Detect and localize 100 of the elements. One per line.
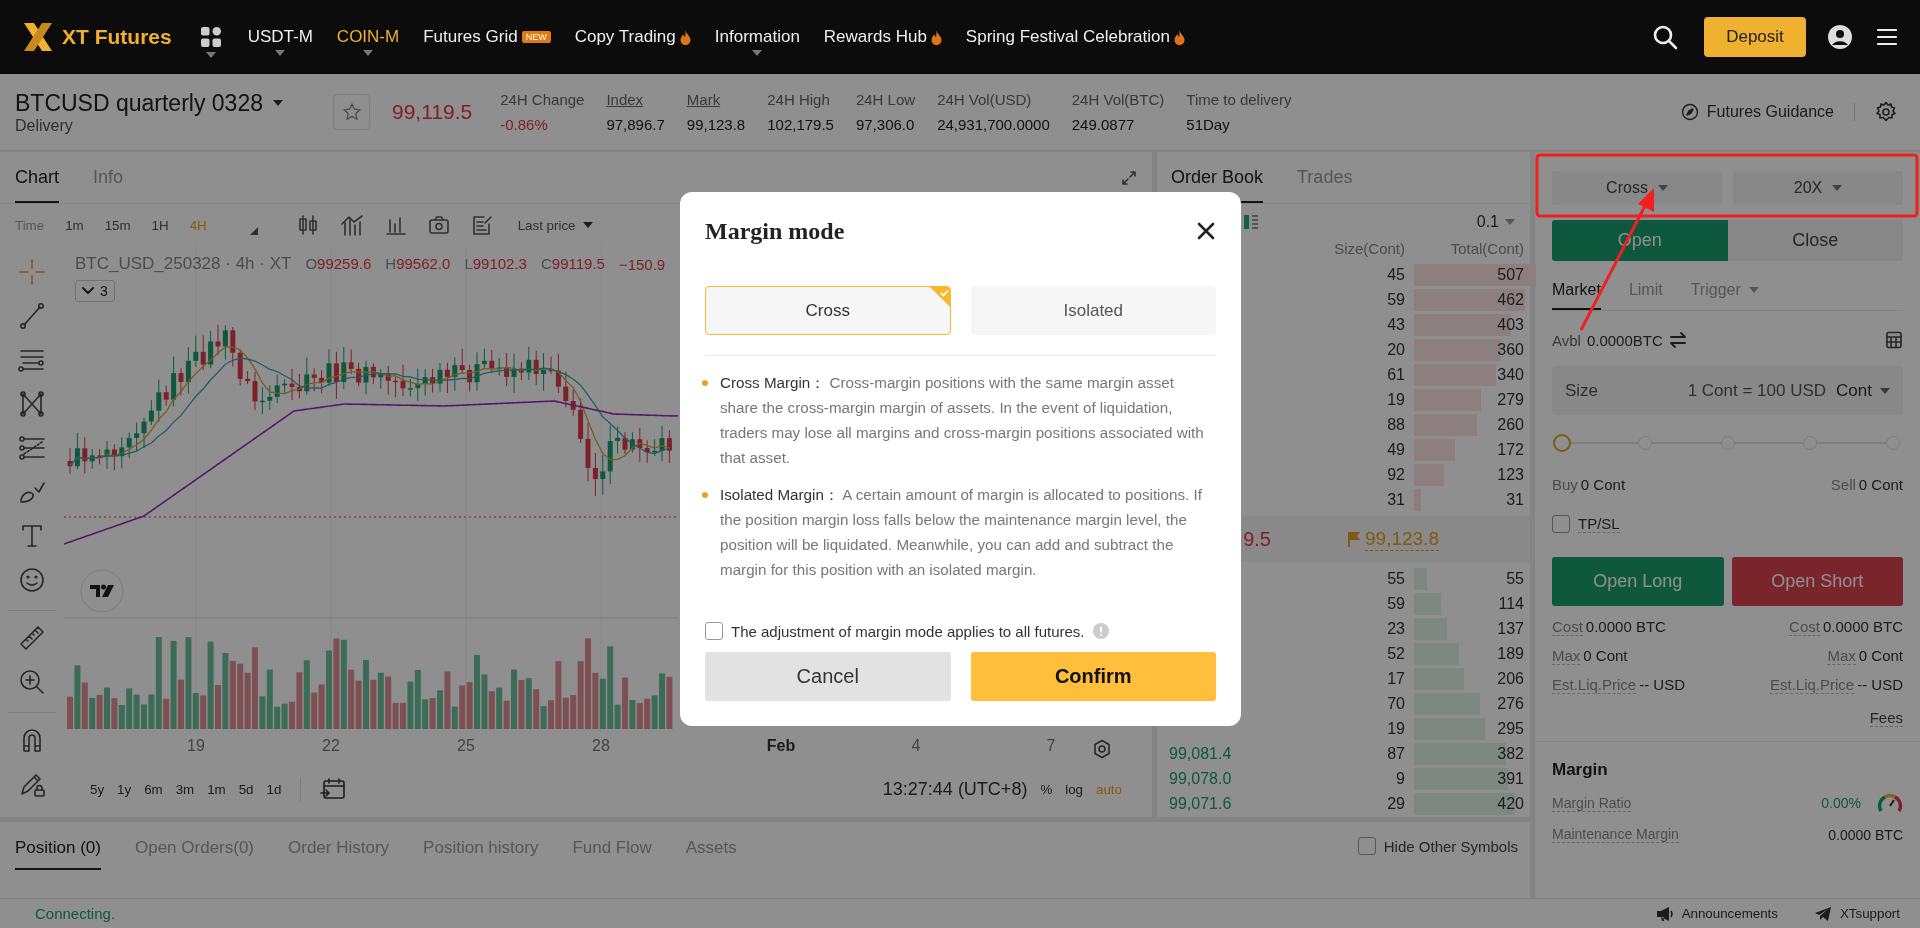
price-cell-text: 99,078.0 xyxy=(1169,769,1233,788)
snapshot-button[interactable] xyxy=(427,214,450,236)
scale-option[interactable]: log xyxy=(1065,781,1084,797)
transfer-button[interactable] xyxy=(1668,332,1687,348)
menu-button[interactable] xyxy=(1876,27,1898,47)
edit-icon xyxy=(470,214,493,236)
check-icon xyxy=(929,287,950,307)
caret-icon xyxy=(1748,287,1759,293)
chart-clock: 13:27:44 (UTC+8) xyxy=(882,778,1028,800)
range-button[interactable]: 1m xyxy=(207,781,226,797)
ohlc-value: C99119.5 xyxy=(540,254,605,274)
nav-item[interactable]: Information xyxy=(714,17,800,57)
deposit-button[interactable]: Deposit xyxy=(1704,17,1806,57)
size-cell-text: 59 xyxy=(1386,594,1405,613)
checkbox[interactable] xyxy=(1552,515,1570,533)
caret-icon xyxy=(205,52,216,58)
margin-value: 0.0000 BTC xyxy=(1828,826,1903,843)
more-intervals-icon[interactable] xyxy=(249,227,258,235)
chart-settings-button[interactable] xyxy=(1092,739,1112,759)
notes-button[interactable] xyxy=(470,214,493,236)
settings-button[interactable] xyxy=(1875,101,1897,123)
slider-thumb[interactable] xyxy=(1553,434,1571,452)
indicators-button[interactable] xyxy=(339,214,364,236)
nav-item[interactable]: Rewards Hub xyxy=(823,17,942,57)
ohlc-value: O99259.6 xyxy=(305,254,372,274)
margin-label: Maintenance Margin xyxy=(1552,826,1679,843)
open-short-button[interactable]: Open Short xyxy=(1731,557,1903,606)
price-type-dropdown[interactable]: Last price xyxy=(517,217,594,233)
status-link[interactable]: Announcements xyxy=(1655,905,1778,922)
position-tab[interactable]: Position (0) xyxy=(15,838,101,870)
checkbox[interactable] xyxy=(705,622,723,640)
nav-item[interactable]: Copy Trading xyxy=(574,17,691,57)
margin-option[interactable]: Isolated xyxy=(970,286,1216,335)
side-tab[interactable]: Close xyxy=(1727,220,1903,261)
search-icon xyxy=(1652,24,1678,50)
stat-label: 24H High xyxy=(767,91,831,108)
ruler-icon[interactable] xyxy=(18,624,46,652)
levels-icon[interactable] xyxy=(18,434,46,462)
nav-item[interactable]: Spring Festival Celebration xyxy=(965,17,1185,57)
range-button[interactable]: 1d xyxy=(266,781,282,797)
margin-mode-dropdown[interactable]: Cross xyxy=(1552,171,1722,205)
flag-icon xyxy=(1347,531,1361,547)
total-cell: 189 xyxy=(1497,644,1524,663)
volume-button[interactable] xyxy=(384,214,407,236)
precision-dropdown[interactable]: 0.1 xyxy=(1476,213,1515,231)
apps-icon xyxy=(199,26,222,48)
checkbox-label: TP/SL xyxy=(1578,515,1620,533)
interval-tab[interactable]: 15m xyxy=(104,217,131,233)
caret-icon xyxy=(1880,387,1890,394)
interval-tab[interactable]: 1m xyxy=(65,217,84,233)
calculator-button[interactable] xyxy=(1885,331,1903,349)
zoom-in-icon[interactable] xyxy=(18,668,46,696)
fees-link[interactable]: Fees xyxy=(1869,709,1903,727)
cancel-button[interactable]: Cancel xyxy=(705,652,951,701)
transfer-icon xyxy=(1668,332,1687,348)
detail-left: Est.Liq.Price -- USD xyxy=(1552,676,1686,693)
status-link[interactable]: XTsupport xyxy=(1814,905,1900,922)
date-range-button[interactable] xyxy=(320,777,347,801)
close-button[interactable] xyxy=(1196,221,1216,241)
expand-icon xyxy=(1121,169,1137,186)
order-type-tab[interactable]: Market xyxy=(1552,281,1601,310)
smiley-icon[interactable] xyxy=(18,566,46,594)
settings-icon xyxy=(1875,101,1897,123)
size-field[interactable]: Size 1 Cont = 100 USD Cont xyxy=(1552,366,1903,415)
stat-value: -0.86% xyxy=(500,116,549,133)
checkbox[interactable] xyxy=(1357,837,1376,855)
confirm-button[interactable]: Confirm xyxy=(970,652,1216,701)
pattern-icon[interactable] xyxy=(18,390,46,418)
range-button[interactable]: 3m xyxy=(175,781,195,797)
range-button[interactable]: 5y xyxy=(90,781,105,797)
trend-line-icon[interactable] xyxy=(18,302,46,330)
leverage-dropdown[interactable]: 20X xyxy=(1733,171,1903,205)
contract-symbol[interactable]: BTCUSD quarterly 0328 xyxy=(15,89,263,117)
brand-name: XT Futures xyxy=(62,25,172,49)
margin-label: Margin Ratio xyxy=(1552,794,1632,812)
nav-item[interactable]: USDT-M xyxy=(247,17,313,57)
time-axis-label: 25 xyxy=(457,737,475,755)
futures-guidance-link[interactable]: Futures Guidance xyxy=(1680,103,1834,121)
chart-tab[interactable]: Chart xyxy=(15,167,59,203)
time-axis-label: 4 xyxy=(911,737,921,755)
margin-option[interactable]: Cross xyxy=(705,286,951,335)
nav-item[interactable]: Futures Grid NEW xyxy=(423,17,551,57)
nav-item[interactable]: COIN-M xyxy=(336,17,400,57)
range-button[interactable]: 1y xyxy=(117,781,132,797)
price-cell-text: 99,071.6 xyxy=(1169,794,1233,813)
account-button[interactable] xyxy=(1828,25,1852,49)
search-button[interactable] xyxy=(1652,24,1678,50)
range-button[interactable]: 5d xyxy=(238,781,254,797)
scale-option[interactable]: % xyxy=(1040,781,1053,797)
size-cell-text: 61 xyxy=(1386,365,1405,384)
indicators-toggle[interactable]: 3 xyxy=(75,280,115,302)
caret-icon xyxy=(752,50,763,56)
expand-button[interactable] xyxy=(1121,169,1137,186)
range-button[interactable]: 6m xyxy=(144,781,163,797)
note-text: Isolated Margin： A certain amount of margin is allocated to positions. If the position margin loss falls below the maintenance margin level, the position will be liquidated. Meanwhile, you can add and subtract the margin for this position with an isolated margin. xyxy=(720,486,1202,578)
candle-type-button[interactable] xyxy=(296,214,319,236)
change-value: −150.9 xyxy=(618,255,666,273)
interval-tab[interactable]: 1H xyxy=(151,217,169,233)
size-cell-text: 52 xyxy=(1386,644,1405,663)
size-input[interactable]: 1 Cont = 100 USD xyxy=(1606,379,1829,402)
